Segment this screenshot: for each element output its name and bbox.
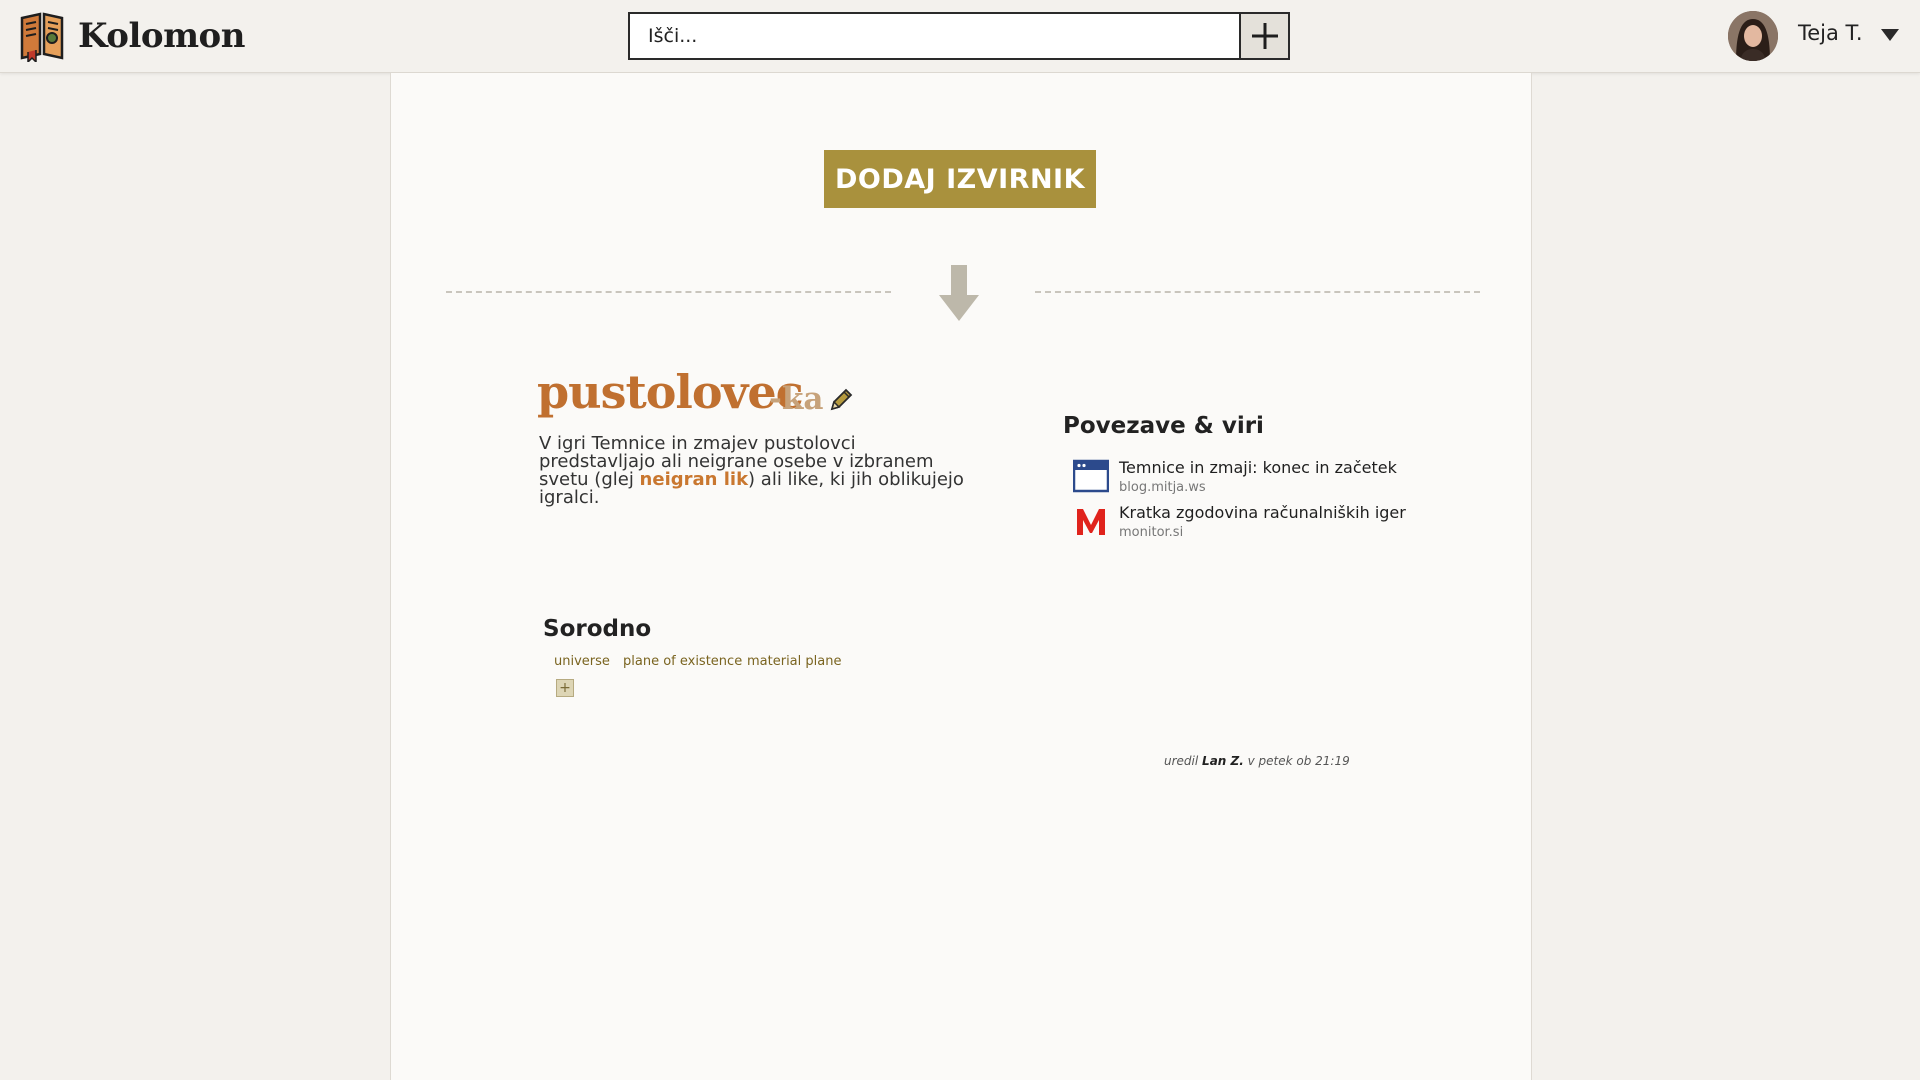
edit-time: v petek ob 21:19	[1247, 754, 1350, 768]
arrow-down-icon	[939, 265, 979, 321]
content-panel: DODAJ IZVIRNIK pustolovec -ka V igri Tem…	[390, 73, 1532, 1080]
source-domain: monitor.si	[1119, 525, 1184, 540]
user-name[interactable]: Teja T.	[1798, 21, 1863, 45]
brand-name[interactable]: Kolomon	[78, 16, 245, 56]
book-logo-icon[interactable]	[18, 10, 66, 62]
entry-definition: V igri Temnice in zmajev pustolovci pred…	[539, 435, 969, 507]
search-input[interactable]	[630, 14, 1243, 58]
monitor-m-logo-icon	[1077, 509, 1105, 535]
add-tag-button[interactable]: +	[556, 679, 574, 697]
divider-right	[1035, 291, 1480, 293]
divider-left	[446, 291, 891, 293]
source-title: Temnice in zmaji: konec in začetek	[1119, 458, 1397, 477]
entry-suffix: -ka	[769, 381, 824, 417]
related-tag[interactable]: universe	[554, 654, 610, 669]
pencil-edit-icon[interactable]	[828, 387, 854, 413]
source-domain: blog.mitja.ws	[1119, 480, 1206, 495]
add-source-button[interactable]: DODAJ IZVIRNIK	[824, 150, 1096, 208]
source-link-item[interactable]: Temnice in zmaji: konec in začetek blog.…	[1073, 458, 1473, 502]
related-tag[interactable]: plane of existence	[623, 654, 742, 669]
related-heading: Sorodno	[543, 616, 652, 642]
source-title: Kratka zgodovina računalniških iger	[1119, 503, 1406, 522]
plus-icon	[1251, 23, 1278, 49]
edit-prefix: uredil	[1164, 754, 1199, 768]
add-button[interactable]	[1239, 14, 1288, 58]
avatar-portrait-icon	[1728, 11, 1778, 61]
definition-link[interactable]: neigran lik	[640, 469, 749, 490]
search-bar	[628, 12, 1290, 60]
source-link-item[interactable]: Kratka zgodovina računalniških iger moni…	[1073, 503, 1473, 547]
entry-headword: pustolovec	[537, 365, 804, 419]
chevron-down-icon[interactable]	[1880, 28, 1900, 42]
edit-info: uredil Lan Z. v petek ob 21:19	[1164, 754, 1350, 768]
related-tag[interactable]: material plane	[747, 654, 841, 669]
browser-window-icon	[1073, 459, 1109, 493]
top-bar: Kolomon Teja T.	[0, 0, 1920, 73]
links-heading: Povezave & viri	[1063, 413, 1264, 439]
edit-user[interactable]: Lan Z.	[1202, 754, 1244, 768]
user-avatar[interactable]	[1728, 11, 1778, 61]
